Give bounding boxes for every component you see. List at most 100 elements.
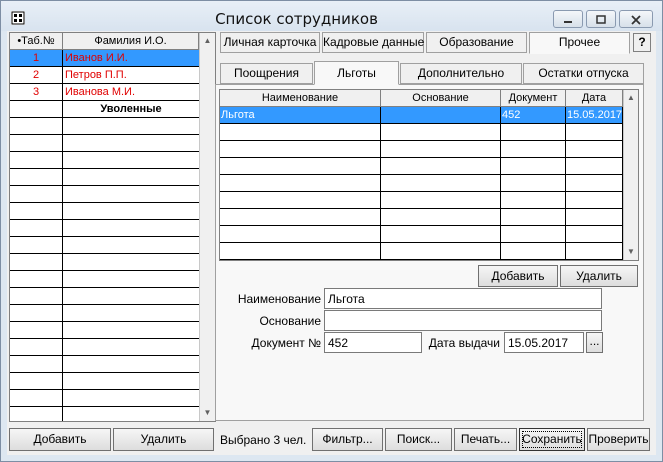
scroll-up-icon[interactable]: ▲ [200,33,215,49]
name-cell [63,407,199,421]
tab-number-cell [10,186,63,202]
issue-date-field[interactable] [504,332,584,353]
column-header-name[interactable]: Фамилия И.О. [63,33,199,49]
benefit-document-cell [501,226,566,242]
delete-benefit-button[interactable]: Удалить [560,265,638,287]
search-button[interactable]: Поиск... [385,428,452,451]
benefits-grid-scrollbar[interactable]: ▲ ▼ [623,90,638,260]
empty-table-row[interactable] [220,226,623,243]
table-row[interactable]: 2 Петров П.П. [10,67,199,84]
employee-table-body: 1 Иванов И.И. 2 Петров П.П. 3 Иванова М.… [10,50,199,421]
group-row-dismissed[interactable]: Уволенные [10,101,199,118]
benefit-date-cell: 15.05.2017 [566,107,623,123]
check-button[interactable]: Проверить [587,428,650,451]
tab-additional[interactable]: Дополнительно [400,63,522,84]
close-button[interactable] [619,10,653,28]
save-button[interactable]: Сохранить [519,428,585,451]
benefit-basis-field[interactable] [324,310,602,331]
empty-table-row[interactable] [10,322,199,339]
empty-table-row[interactable] [10,237,199,254]
tab-number-cell [10,390,63,406]
empty-table-row[interactable] [10,305,199,322]
empty-table-row[interactable] [220,124,623,141]
tab-other[interactable]: Прочее [529,32,630,54]
benefit-date-cell [566,141,623,157]
filter-button[interactable]: Фильтр... [312,428,383,451]
close-icon [631,15,641,25]
maximize-button[interactable] [586,10,616,28]
empty-table-row[interactable] [220,141,623,158]
table-row[interactable]: 1 Иванов И.И. [10,50,199,67]
empty-table-row[interactable] [10,152,199,169]
group-label: Уволенные [100,103,162,115]
tab-benefits[interactable]: Льготы [314,61,399,85]
document-number-field[interactable] [324,332,422,353]
tab-rewards[interactable]: Поощрения [220,63,313,84]
table-row[interactable]: 3 Иванова М.И. [10,84,199,101]
empty-table-row[interactable] [220,192,623,209]
selected-count-status: Выбрано 3 чел. [220,433,307,447]
column-header-basis[interactable]: Основание [381,90,501,106]
name-cell [63,373,199,389]
delete-employee-button[interactable]: Удалить [113,428,214,451]
benefit-document-cell [501,243,566,259]
benefit-document-cell [501,209,566,225]
empty-table-row[interactable] [10,186,199,203]
column-header-name[interactable]: Наименование [220,90,381,106]
tab-education[interactable]: Образование [426,32,527,53]
help-button[interactable]: ? [633,33,651,52]
benefit-name-field[interactable] [324,288,602,309]
tab-number-cell [10,101,63,117]
empty-table-row[interactable] [10,390,199,407]
benefit-date-cell [566,124,623,140]
tab-vacation-balance[interactable]: Остатки отпуска [523,63,644,84]
tab-number-cell [10,373,63,389]
minimize-button[interactable] [553,10,583,28]
empty-table-row[interactable] [220,209,623,226]
empty-table-row[interactable] [220,158,623,175]
client-area: •Таб.№ Фамилия И.О. 1 Иванов И.И. 2 Петр… [7,31,656,455]
benefit-name-cell [220,192,381,208]
column-header-date[interactable]: Дата [566,90,623,106]
table-row[interactable]: Льгота 452 15.05.2017 [220,107,623,124]
title-bar[interactable]: Список сотрудников [1,1,662,31]
benefit-name-cell [220,243,381,259]
empty-table-row[interactable] [10,169,199,186]
empty-table-row[interactable] [10,373,199,390]
empty-table-row[interactable] [10,407,199,421]
empty-table-row[interactable] [10,288,199,305]
empty-table-row[interactable] [10,356,199,373]
name-cell [63,152,199,168]
empty-table-row[interactable] [10,339,199,356]
employee-table: •Таб.№ Фамилия И.О. 1 Иванов И.И. 2 Петр… [9,32,216,422]
tab-number-cell [10,169,63,185]
empty-table-row[interactable] [220,175,623,192]
column-header-document[interactable]: Документ [501,90,566,106]
empty-table-row[interactable] [10,118,199,135]
empty-table-row[interactable] [10,220,199,237]
tab-number-cell [10,237,63,253]
employee-table-header: •Таб.№ Фамилия И.О. [10,33,199,50]
employee-table-scrollbar[interactable]: ▲ ▼ [199,33,215,421]
empty-table-row[interactable] [10,135,199,152]
empty-table-row[interactable] [10,271,199,288]
empty-table-row[interactable] [220,243,623,260]
date-picker-button[interactable]: ... [586,332,603,353]
name-cell [63,254,199,270]
add-employee-button[interactable]: Добавить [9,428,111,451]
benefits-panel: Наименование Основание Документ Дата Льг… [215,84,644,421]
name-cell [63,305,199,321]
scroll-down-icon[interactable]: ▼ [624,244,638,260]
name-cell [63,220,199,236]
print-button[interactable]: Печать... [454,428,517,451]
add-benefit-button[interactable]: Добавить [478,265,558,287]
benefit-date-cell [566,175,623,191]
scroll-down-icon[interactable]: ▼ [200,405,215,421]
empty-table-row[interactable] [10,254,199,271]
tab-number-cell [10,339,63,355]
tab-personal-card[interactable]: Личная карточка [220,32,320,53]
tab-hr-data[interactable]: Кадровые данные [322,32,424,53]
scroll-up-icon[interactable]: ▲ [624,90,638,106]
column-header-tab-number[interactable]: •Таб.№ [10,33,63,49]
empty-table-row[interactable] [10,203,199,220]
